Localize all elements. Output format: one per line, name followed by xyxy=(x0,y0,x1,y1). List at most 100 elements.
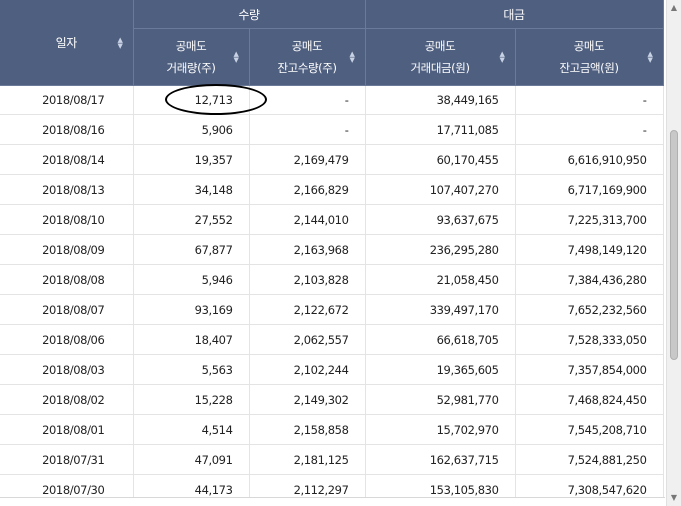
cell-balance-qty: 2,181,125 xyxy=(249,444,366,475)
cell-date: 2018/08/17 xyxy=(0,85,134,115)
cell-short-volume: 15,228 xyxy=(133,384,250,415)
header-line1: 공매도 xyxy=(291,39,323,53)
table-row: 2018/08/10 27,552 2,144,010 93,637,675 7… xyxy=(0,204,664,235)
table-row: 2018/08/03 5,563 2,102,244 19,365,605 7,… xyxy=(0,354,664,385)
header-short-balance-qty[interactable]: 공매도 잔고수량(주) ▲ ▼ xyxy=(249,28,366,86)
sort-updown-icon[interactable]: ▲ ▼ xyxy=(234,51,239,64)
table-body: 2018/08/17 12,713 - 38,449,165 - 2018/08… xyxy=(0,85,664,505)
scroll-up-arrow-icon[interactable]: ▲ xyxy=(667,0,681,16)
sort-updown-icon[interactable]: ▲ ▼ xyxy=(648,51,653,64)
short-selling-table-container: 일자 ▲ ▼ 수량 대금 공매도 거래량(주) ▲ ▼ 공매도 잔고수량(주) ▲ ▼ xyxy=(0,0,665,506)
scroll-down-arrow-icon[interactable]: ▼ xyxy=(667,490,681,506)
cell-short-volume: 5,563 xyxy=(133,354,250,385)
header-short-amount[interactable]: 공매도 거래대금(원) ▲ ▼ xyxy=(365,28,516,86)
cell-short-amount: 17,711,085 xyxy=(365,114,516,145)
cell-short-amount: 19,365,605 xyxy=(365,354,516,385)
cell-short-amount: 339,497,170 xyxy=(365,294,516,325)
cell-short-amount: 21,058,450 xyxy=(365,264,516,295)
cell-balance-qty: 2,122,672 xyxy=(249,294,366,325)
table-row: 2018/08/13 34,148 2,166,829 107,407,270 … xyxy=(0,174,664,205)
cell-short-volume: 5,906 xyxy=(133,114,250,145)
short-selling-table: 일자 ▲ ▼ 수량 대금 공매도 거래량(주) ▲ ▼ 공매도 잔고수량(주) ▲ ▼ xyxy=(0,0,664,505)
sort-updown-icon[interactable]: ▲ ▼ xyxy=(500,51,505,64)
cell-balance-amount: 7,545,208,710 xyxy=(515,414,664,445)
cell-balance-qty: 2,163,968 xyxy=(249,234,366,265)
cell-date: 2018/08/16 xyxy=(0,114,134,145)
header-line2: 잔고금액(원) xyxy=(559,61,619,75)
header-line2: 잔고수량(주) xyxy=(277,61,337,75)
cell-short-amount: 236,295,280 xyxy=(365,234,516,265)
header-line2: 거래량(주) xyxy=(166,61,216,75)
cell-short-volume: 19,357 xyxy=(133,144,250,175)
header-line2: 거래대금(원) xyxy=(410,61,470,75)
cell-date: 2018/08/14 xyxy=(0,144,134,175)
cell-date: 2018/08/07 xyxy=(0,294,134,325)
header-date-label: 일자 xyxy=(55,36,78,50)
cell-date: 2018/08/13 xyxy=(0,174,134,205)
header-line1: 공매도 xyxy=(424,39,456,53)
vertical-scrollbar[interactable]: ▲ ▼ xyxy=(666,0,681,506)
cell-short-amount: 52,981,770 xyxy=(365,384,516,415)
table-row: 2018/08/07 93,169 2,122,672 339,497,170 … xyxy=(0,294,664,325)
cell-balance-qty: 2,166,829 xyxy=(249,174,366,205)
cell-date: 2018/08/10 xyxy=(0,204,134,235)
cell-short-volume: 27,552 xyxy=(133,204,250,235)
cell-short-amount: 93,637,675 xyxy=(365,204,516,235)
cell-date: 2018/08/03 xyxy=(0,354,134,385)
cell-date: 2018/08/08 xyxy=(0,264,134,295)
cell-date: 2018/08/02 xyxy=(0,384,134,415)
cell-balance-qty: - xyxy=(249,85,366,115)
cell-balance-qty: 2,062,557 xyxy=(249,324,366,355)
table-row: 2018/08/02 15,228 2,149,302 52,981,770 7… xyxy=(0,384,664,415)
cell-balance-qty: 2,149,302 xyxy=(249,384,366,415)
cell-short-volume: 5,946 xyxy=(133,264,250,295)
cell-short-amount: 60,170,455 xyxy=(365,144,516,175)
cell-balance-qty: 2,158,858 xyxy=(249,414,366,445)
header-group-amount: 대금 xyxy=(365,0,664,29)
cell-balance-amount: 7,652,232,560 xyxy=(515,294,664,325)
table-row: 2018/08/14 19,357 2,169,479 60,170,455 6… xyxy=(0,144,664,175)
table-row: 2018/08/09 67,877 2,163,968 236,295,280 … xyxy=(0,234,664,265)
cell-balance-amount: 7,468,824,450 xyxy=(515,384,664,415)
cell-balance-amount: 7,384,436,280 xyxy=(515,264,664,295)
cell-balance-qty: 2,103,828 xyxy=(249,264,366,295)
header-short-volume[interactable]: 공매도 거래량(주) ▲ ▼ xyxy=(133,28,250,86)
cell-short-volume: 47,091 xyxy=(133,444,250,475)
sort-updown-icon[interactable]: ▲ ▼ xyxy=(350,51,355,64)
header-line1: 공매도 xyxy=(573,39,605,53)
cell-short-volume: 4,514 xyxy=(133,414,250,445)
table-row: 2018/08/17 12,713 - 38,449,165 - xyxy=(0,85,664,115)
cell-balance-qty: - xyxy=(249,114,366,145)
cell-balance-amount: 6,616,910,950 xyxy=(515,144,664,175)
cell-short-amount: 38,449,165 xyxy=(365,85,516,115)
cell-short-volume: 12,713 xyxy=(133,85,250,115)
cell-balance-amount: 7,225,313,700 xyxy=(515,204,664,235)
cell-short-amount: 66,618,705 xyxy=(365,324,516,355)
cell-date: 2018/08/09 xyxy=(0,234,134,265)
cell-balance-amount: 6,717,169,900 xyxy=(515,174,664,205)
cell-date: 2018/08/01 xyxy=(0,414,134,445)
cell-balance-amount: 7,524,881,250 xyxy=(515,444,664,475)
cell-balance-amount: 7,498,149,120 xyxy=(515,234,664,265)
cell-balance-qty: 2,144,010 xyxy=(249,204,366,235)
cell-short-volume: 93,169 xyxy=(133,294,250,325)
table-row: 2018/08/01 4,514 2,158,858 15,702,970 7,… xyxy=(0,414,664,445)
table-row: 2018/07/31 47,091 2,181,125 162,637,715 … xyxy=(0,444,664,475)
cell-short-amount: 107,407,270 xyxy=(365,174,516,205)
cell-short-volume: 67,877 xyxy=(133,234,250,265)
table-row: 2018/08/06 18,407 2,062,557 66,618,705 7… xyxy=(0,324,664,355)
header-line1: 공매도 xyxy=(175,39,207,53)
cell-balance-amount: - xyxy=(515,85,664,115)
cell-balance-qty: 2,169,479 xyxy=(249,144,366,175)
header-group-volume: 수량 xyxy=(133,0,366,29)
cell-short-volume: 18,407 xyxy=(133,324,250,355)
header-short-balance-amount[interactable]: 공매도 잔고금액(원) ▲ ▼ xyxy=(515,28,664,86)
cell-short-amount: 15,702,970 xyxy=(365,414,516,445)
cell-date: 2018/07/31 xyxy=(0,444,134,475)
scrollbar-thumb[interactable] xyxy=(670,130,678,360)
header-date[interactable]: 일자 ▲ ▼ xyxy=(0,0,134,86)
cell-balance-amount: - xyxy=(515,114,664,145)
sort-updown-icon[interactable]: ▲ ▼ xyxy=(118,36,123,49)
table-row: 2018/08/08 5,946 2,103,828 21,058,450 7,… xyxy=(0,264,664,295)
cell-short-amount: 162,637,715 xyxy=(365,444,516,475)
